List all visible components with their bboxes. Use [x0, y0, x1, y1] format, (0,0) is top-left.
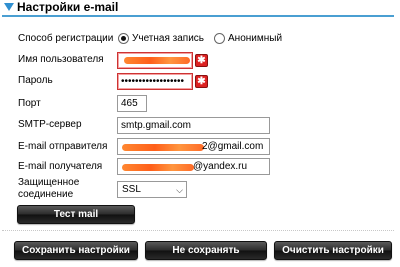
registration-label: Способ регистрации: [18, 33, 114, 44]
redaction-mark: [122, 164, 194, 171]
test-mail-button[interactable]: Тест mail: [17, 205, 135, 224]
security-label-line1: Защищенное: [18, 177, 80, 188]
radio-account[interactable]: [118, 33, 129, 44]
smtp-field[interactable]: smtp.gmail.com: [117, 117, 270, 134]
password-field[interactable]: ••••••••••••••••••: [117, 73, 193, 90]
chevron-down-icon: ⌵: [176, 185, 183, 195]
recipient-value: @yandex.ru: [193, 161, 248, 172]
port-field[interactable]: 465: [117, 95, 147, 112]
sender-label: E-mail отправителя: [18, 141, 108, 152]
radio-anonymous[interactable]: [214, 33, 225, 44]
discard-button[interactable]: Не сохранять: [145, 241, 267, 260]
security-select[interactable]: SSL ⌵: [117, 181, 187, 198]
radio-account-label: Учетная запись: [132, 33, 205, 44]
redaction-mark: [124, 57, 190, 64]
error-icon: ✱: [195, 75, 208, 88]
password-label: Пароль: [18, 75, 53, 86]
email-settings-page: Настройки e-mail Способ регистрации Учет…: [0, 0, 400, 267]
error-icon: ✱: [195, 54, 208, 67]
sender-value: 2@gmail.com: [202, 141, 264, 152]
section-header: Настройки e-mail: [2, 0, 394, 17]
sender-field[interactable]: 2@gmail.com: [117, 138, 270, 155]
triangle-down-icon[interactable]: [4, 3, 14, 11]
username-label: Имя пользователя: [18, 54, 104, 65]
redaction-mark: [122, 144, 204, 151]
clear-settings-button[interactable]: Очистить настройки: [274, 241, 392, 260]
smtp-label: SMTP-сервер: [18, 119, 82, 130]
page-title: Настройки e-mail: [17, 0, 119, 14]
radio-anonymous-label: Анонимный: [228, 33, 283, 44]
security-select-value: SSL: [122, 184, 141, 195]
security-label-line2: соединение: [18, 189, 74, 200]
recipient-label: E-mail получателя: [18, 161, 103, 172]
username-field[interactable]: [117, 52, 193, 69]
divider: [2, 230, 394, 231]
recipient-field[interactable]: @yandex.ru: [117, 158, 270, 175]
port-label: Порт: [18, 98, 41, 109]
save-settings-button[interactable]: Сохранить настройки: [14, 241, 138, 260]
